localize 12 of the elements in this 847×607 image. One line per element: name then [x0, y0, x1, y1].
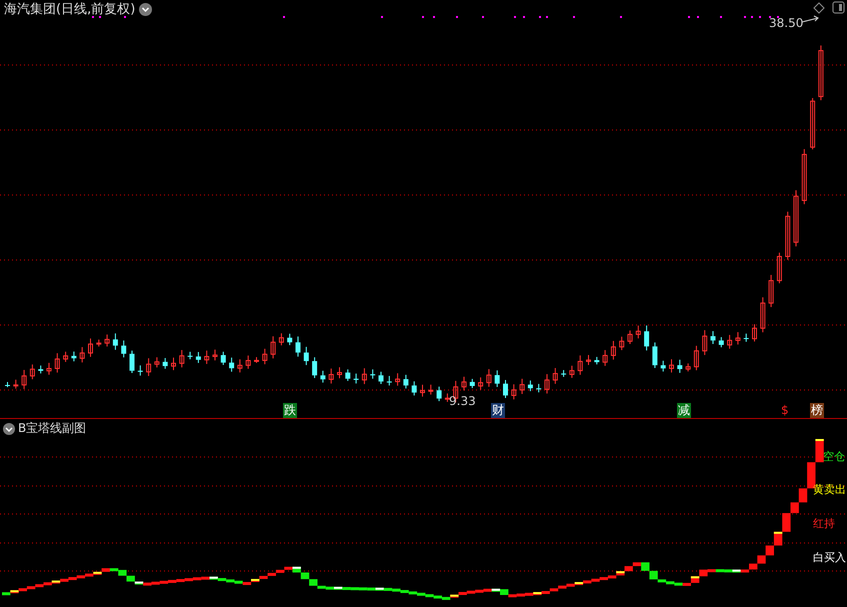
- chart-title: 海汽集团(日线,前复权): [4, 1, 136, 18]
- legend-label: 白买入: [813, 550, 846, 565]
- legend-label: 红持: [813, 516, 835, 531]
- signal-badge: $: [780, 403, 790, 418]
- signal-badge: 跌: [283, 403, 297, 418]
- signal-badge: 榜: [810, 403, 824, 418]
- signal-badge: 财: [491, 403, 505, 418]
- legend-label: 黄卖出: [813, 482, 846, 497]
- signal-badge: 减: [677, 403, 691, 418]
- high-price-label: 38.50: [769, 16, 804, 30]
- low-price-label: 9.33: [449, 394, 476, 408]
- indicator-title: B宝塔线副图: [18, 420, 86, 437]
